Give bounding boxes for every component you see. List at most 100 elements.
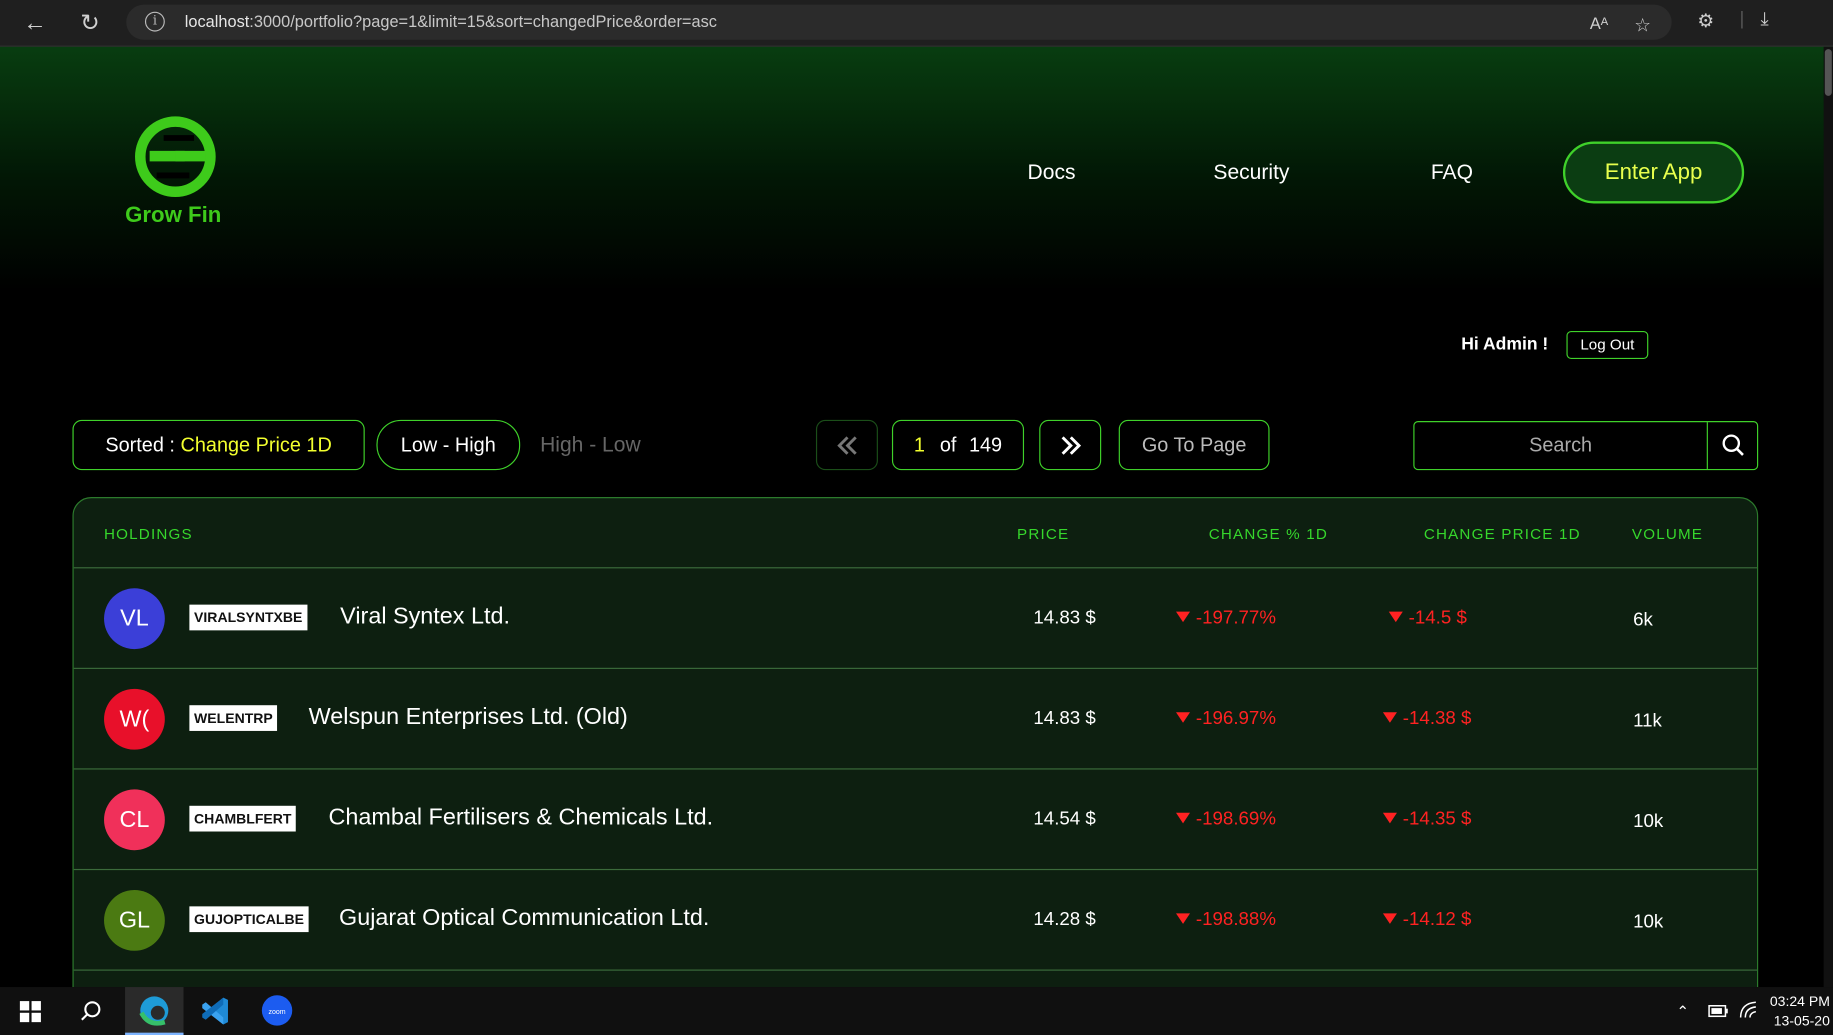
change-percent-value: -197.77% (1195, 608, 1276, 629)
extensions-icon[interactable]: ⚙ (1697, 9, 1714, 32)
clock-time: 03:24 PM (1769, 992, 1830, 1010)
previous-page-button[interactable] (815, 419, 878, 471)
table-row[interactable]: W( WELENTRP Welspun Enterprises Ltd. (Ol… (73, 667, 1758, 769)
nav-faq-link[interactable]: FAQ (1431, 160, 1473, 185)
enter-app-button[interactable]: Enter App (1562, 141, 1745, 204)
logo[interactable]: Grow Fin (125, 112, 230, 229)
vscode-glyph (202, 997, 228, 1025)
system-clock[interactable]: 03:24 PM 13-05-20 (1770, 992, 1830, 1032)
price-value: 14.83 $ (1033, 608, 1096, 629)
windows-logo (19, 1001, 41, 1023)
change-price-value: -14.38 $ (1402, 708, 1472, 729)
change-price-cell: -14.12 $ (1382, 909, 1472, 931)
change-percent-value: -198.69% (1195, 809, 1276, 830)
ticker-badge: VIRALSYNTXBE (189, 604, 308, 631)
down-triangle-icon (1388, 611, 1403, 623)
company-name: Chambal Fertilisers & Chemicals Ltd. (328, 804, 714, 831)
change-price-value: -14.5 $ (1408, 608, 1467, 629)
nav-security-link[interactable]: Security (1213, 160, 1289, 185)
address-bar[interactable]: i localhost:3000/portfolio?page=1&limit=… (126, 4, 1672, 40)
change-percent-value: -196.97% (1195, 708, 1276, 729)
header-price[interactable]: PRICE (1017, 525, 1069, 543)
search-icon (1722, 434, 1744, 456)
url-text: localhost:3000/portfolio?page=1&limit=15… (184, 11, 717, 31)
change-price-cell: -14.35 $ (1382, 809, 1472, 830)
page-indicator: 1 of 149 (891, 419, 1025, 471)
header-change-percent[interactable]: CHANGE % 1D (1209, 525, 1328, 543)
down-triangle-icon (1382, 913, 1397, 924)
battery-glyph (1708, 1005, 1728, 1018)
table-row[interactable]: CL CHAMBLFERT Chambal Fertilisers & Chem… (73, 768, 1758, 869)
ticker-badge: CHAMBLFERT (189, 805, 297, 832)
sort-selector[interactable]: Sorted : Change Price 1D (72, 419, 365, 471)
change-percent-cell: -198.69% (1176, 809, 1276, 830)
user-greeting: Hi Admin ! (1461, 334, 1549, 355)
vscode-icon[interactable] (187, 987, 243, 1035)
sorted-value: Change Price 1D (180, 433, 332, 457)
reload-icon[interactable]: ↻ (74, 7, 107, 40)
download-icon[interactable]: ⤓ (1761, 9, 1769, 30)
scrollbar-thumb[interactable] (1824, 49, 1832, 96)
price-value: 14.54 $ (1033, 809, 1096, 830)
battery-icon[interactable] (1707, 987, 1730, 1035)
next-page-button[interactable] (1039, 419, 1102, 471)
favorite-star-icon[interactable]: ☆ (1634, 14, 1651, 37)
search-button[interactable] (1709, 422, 1757, 469)
zoom-icon[interactable]: zoom (248, 987, 306, 1035)
change-percent-cell: -196.97% (1176, 709, 1276, 730)
table-row[interactable] (73, 969, 1758, 988)
windows-start-icon[interactable] (19, 987, 45, 1035)
os-taskbar: zoom ⌃ 03:24 PM 13-05-20 (0, 987, 1833, 1035)
change-percent-cell: -198.88% (1176, 910, 1276, 931)
browser-toolbar: ← ↻ i localhost:3000/portfolio?page=1&li… (0, 0, 1833, 47)
go-to-page-button[interactable]: Go To Page (1118, 419, 1270, 471)
magnifier-glyph (81, 1001, 101, 1021)
down-triangle-icon (1176, 812, 1191, 824)
change-percent-value: -198.88% (1195, 909, 1276, 930)
high-low-button[interactable]: High - Low (540, 433, 641, 458)
table-row[interactable]: GL GUJOPTICALBE Gujarat Optical Communic… (73, 868, 1758, 970)
company-name: Viral Syntex Ltd. (340, 603, 510, 630)
volume-value: 11k (1633, 711, 1662, 731)
search-box (1413, 421, 1759, 471)
current-page: 1 (913, 433, 925, 457)
tray-chevron-up-icon[interactable]: ⌃ (1676, 987, 1695, 1035)
company-name: Gujarat Optical Communication Ltd. (339, 905, 710, 931)
table-row[interactable]: VL VIRALSYNTXBE Viral Syntex Ltd. 14.83 … (73, 567, 1758, 668)
header-volume[interactable]: VOLUME (1632, 525, 1703, 543)
volume-value: 6k (1633, 610, 1653, 631)
change-price-cell: -14.5 $ (1388, 608, 1467, 629)
avatar: GL (104, 889, 165, 951)
down-triangle-icon (1176, 611, 1191, 623)
double-chevron-left-icon (836, 436, 857, 455)
down-triangle-icon (1382, 712, 1397, 723)
logout-button[interactable]: Log Out (1566, 330, 1649, 360)
change-price-value: -14.35 $ (1402, 809, 1472, 830)
down-triangle-icon (1176, 712, 1191, 723)
search-input[interactable] (1414, 422, 1708, 469)
nav-docs-link[interactable]: Docs (1028, 160, 1076, 185)
page-scrollbar[interactable] (1823, 46, 1833, 988)
down-triangle-icon (1176, 913, 1191, 924)
wifi-icon[interactable] (1737, 987, 1760, 1035)
taskbar-search-icon[interactable] (77, 987, 105, 1035)
header-holdings[interactable]: HOLDINGS (104, 525, 193, 543)
read-aloud-icon[interactable]: Aᴬ (1590, 14, 1608, 33)
company-name: Welspun Enterprises Ltd. (Old) (308, 704, 628, 730)
sorted-label: Sorted : (105, 433, 175, 457)
back-arrow-icon[interactable]: ← (19, 7, 52, 40)
brand-name: Grow Fin (125, 203, 222, 229)
volume-value: 10k (1633, 912, 1664, 933)
info-icon[interactable]: i (144, 11, 165, 32)
change-price-value: -14.12 $ (1402, 909, 1472, 930)
volume-value: 10k (1633, 811, 1664, 832)
edge-browser-icon[interactable] (125, 987, 184, 1035)
low-high-button[interactable]: Low - High (376, 419, 521, 471)
holdings-table: HOLDINGS PRICE CHANGE % 1D CHANGE PRICE … (72, 497, 1759, 988)
avatar: W( (104, 688, 165, 750)
avatar: VL (104, 588, 165, 650)
ticker-badge: GUJOPTICALBE (189, 906, 309, 933)
header-change-price[interactable]: CHANGE PRICE 1D (1424, 525, 1581, 543)
zoom-glyph: zoom (261, 995, 293, 1026)
price-value: 14.28 $ (1033, 909, 1096, 930)
